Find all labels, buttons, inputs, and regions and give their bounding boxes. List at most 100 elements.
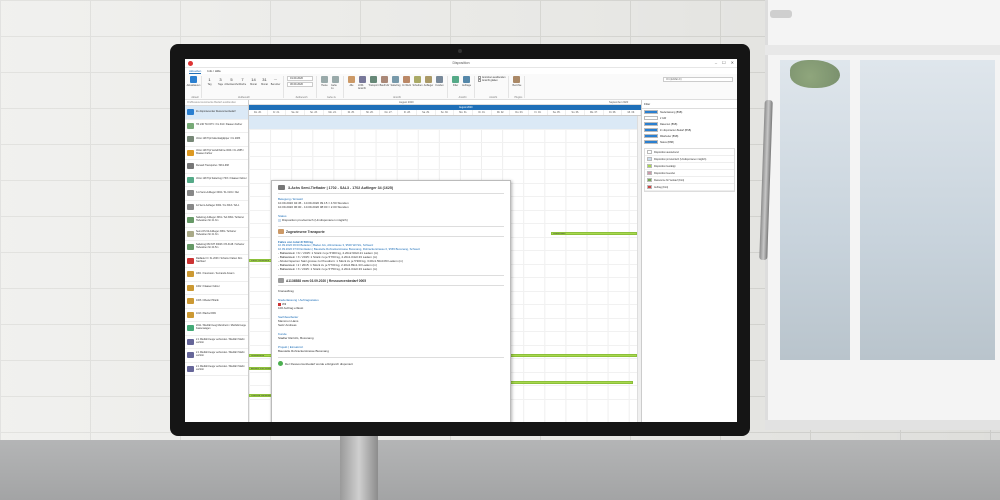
filter-label: Status (BSB) xyxy=(660,140,674,144)
ribbon-button[interactable]: Gehe zu xyxy=(331,76,340,90)
ribbon-button-label: Transport xyxy=(368,84,379,87)
resource-item[interactable]: Zu disponierender Ressourcenbedarf xyxy=(185,106,248,120)
legend-label: Ressource für Verkauf (Ktnt) xyxy=(654,178,685,182)
gantt-row[interactable] xyxy=(249,130,641,143)
filter-row[interactable]: Status (BSB) xyxy=(642,139,737,145)
legend-label: Auftrag (Ktnt) xyxy=(654,185,669,189)
resource-item[interactable]: Volvo 128 Tipt Verleihbühne 0001 / KL 20… xyxy=(185,147,248,160)
resource-name: 2.1 Mietfahrzeuge verbunden / Mietfahr M… xyxy=(196,337,245,344)
resource-item[interactable]: Radlader 0 / KL 2003 / Scharrer Kalten 3… xyxy=(185,255,248,268)
day-label: Sa. 05. xyxy=(548,110,567,115)
booking-bar[interactable]: Dispensation xyxy=(550,232,638,235)
resource-item[interactable]: 2.1 Mietfahrzeuge verbunden / Mietfahr M… xyxy=(185,363,248,376)
resource-item[interactable]: 1002 / Klaasen Fahrer xyxy=(185,282,248,295)
ribbon-button[interactable]: Aktualisieren xyxy=(187,76,200,87)
ribbon-group: Berichte Plugins xyxy=(512,76,526,99)
resource-item[interactable]: 2.1 Mietfahrzeuge verbunden / Mietfahr M… xyxy=(185,336,248,349)
minimize-button[interactable]: – xyxy=(715,60,717,65)
ribbon-button[interactable]: 14 Monat xyxy=(249,76,258,86)
transports-title: Zugewiesene Transporte xyxy=(286,229,325,234)
legend-label: Disposition bestätigt xyxy=(654,164,676,168)
ribbon-button[interactable]: Scheiben xyxy=(413,76,423,87)
resource-item[interactable]: 3-A Semi-Auflieger 0002 / KL 0101 / Niel xyxy=(185,187,248,201)
resource-item[interactable]: Semi-OS 62 Auflieger 3081 / Scharrer Heb… xyxy=(185,228,248,241)
vehicle-icon xyxy=(187,122,194,129)
ribbon-search-input[interactable]: Ort (E/Mal d/) xyxy=(663,77,733,82)
resource-item[interactable]: Sattelzug DM 33T 30026 / PA 3128 / Schar… xyxy=(185,241,248,255)
ribbon-group-label: Plugins xyxy=(514,96,523,99)
resource-item[interactable]: HK 240 T10 DTC / KL 344 / Klaasen Fahrer xyxy=(185,120,248,133)
ribbon-button[interactable]: Bau/Fuhr xyxy=(380,76,389,87)
resource-name: 4A Semi-Auflieger 3062 / KL 3013 / NA-1 xyxy=(196,204,240,208)
gantt-row[interactable] xyxy=(249,157,641,170)
maximize-button[interactable]: ☐ xyxy=(722,60,726,65)
ribbon-group: Filter Auftrage Ansicht xyxy=(451,76,475,99)
ribbon-button[interactable]: 5 Arbeitswoche xyxy=(224,76,239,86)
gantt-row[interactable] xyxy=(249,116,641,130)
day-label: Mi. 09. xyxy=(622,110,641,115)
ribbon-button[interactable]: ··· Benutzer xyxy=(270,76,281,86)
date-input[interactable]: 30.09.2020 xyxy=(287,82,313,87)
filter-label: Im disponierten Bedarf (BSB) xyxy=(660,128,692,132)
ribbon-button-icon xyxy=(370,76,377,83)
resource-item[interactable]: Sattelzug Auflieger 3061 / SA 3062 / Sch… xyxy=(185,214,248,228)
day-label: Do. 27. xyxy=(380,110,399,115)
ribbon-button[interactable]: Filter xyxy=(451,76,460,87)
calendar-icon: 31 xyxy=(262,77,267,82)
ribbon-button[interactable]: LKW-Ansicht xyxy=(358,76,367,90)
ribbon-button-icon xyxy=(332,76,339,83)
ribbon-group-label: Zeitbereich xyxy=(295,96,308,99)
date-input[interactable]: 01.09.2020 xyxy=(287,76,313,81)
ribbon-button[interactable]: Im Werk xyxy=(402,76,411,87)
menu-aktuellen[interactable]: Aktuellen xyxy=(189,69,202,74)
vehicle-icon xyxy=(187,338,194,345)
ribbon-checkbox[interactable]: Ansicht glatten xyxy=(478,79,505,82)
legend-row: Disposition provisorisch (Umdisponieren … xyxy=(645,156,734,163)
ribbon-button[interactable]: 7 Woche xyxy=(238,76,247,86)
resource-item[interactable]: Volvo 128 Tipt Faltenbalgkipper / KL 208… xyxy=(185,133,248,147)
resource-item[interactable]: Volvo 128 Tipt Sattelzug / HK3 / Klaasen… xyxy=(185,174,248,187)
ribbon-button[interactable]: 31 Monat xyxy=(260,76,269,86)
ribbon-button[interactable]: Transport xyxy=(368,76,379,87)
ribbon-button[interactable]: Alle xyxy=(347,76,356,87)
ribbon-button[interactable]: Kunden xyxy=(435,76,444,87)
resource-item[interactable]: Renault Transporter / MK1-938 xyxy=(185,160,248,174)
gantt-row[interactable] xyxy=(249,143,641,157)
camera xyxy=(458,49,462,53)
close-button[interactable]: ✕ xyxy=(731,60,734,65)
calendar-icon xyxy=(278,278,284,284)
vehicle-icon xyxy=(187,136,194,143)
ribbon-button-icon xyxy=(403,76,410,83)
resource-item[interactable]: 2.1 Mietfahrzeuge verbunden / Mietfahr M… xyxy=(185,349,248,363)
menu-info-hilfe[interactable]: Info / Hilfe xyxy=(207,69,221,73)
kunde-value: Stadler Rail AG, Bussnang xyxy=(278,336,314,341)
vehicle-icon xyxy=(187,257,194,264)
ribbon-button-label: Arbeitswoche xyxy=(224,83,239,86)
ribbon-button-label: Benutzer xyxy=(270,83,281,86)
vehicle-icon xyxy=(187,298,194,305)
ribbon-button-icon xyxy=(414,76,421,83)
filter-title: Filter xyxy=(642,100,737,109)
resource-item[interactable]: 1801 / Kiesmann / Fernando Amann xyxy=(185,268,248,282)
table-surface xyxy=(0,440,1000,500)
legend-label: Disposition beendet xyxy=(654,171,675,175)
ribbon-button[interactable]: Berichte xyxy=(512,76,521,87)
ribbon-button-icon xyxy=(425,76,432,83)
legend-row: Ressource für Verkauf (Ktnt) xyxy=(645,177,734,184)
ribbon-button-icon xyxy=(381,76,388,83)
resource-item[interactable]: 1013 / Bachel RPA xyxy=(185,309,248,322)
resource-item[interactable]: 1006 / Wieder Pillarik xyxy=(185,295,248,309)
ribbon-button[interactable]: Auftrage xyxy=(462,76,471,87)
resource-name: Sattelzug DM 33T 30026 / PA 3128 / Schar… xyxy=(196,243,245,250)
resource-item[interactable]: 4A Semi-Auflieger 3062 / KL 3013 / NA-1 xyxy=(185,201,248,214)
ribbon-button-label: Gehe zu xyxy=(331,84,337,90)
ribbon-button[interactable]: Sattelzug xyxy=(391,76,400,87)
ribbon-button[interactable]: Heute xyxy=(320,76,329,87)
ribbon-button[interactable]: Auflieger xyxy=(424,76,433,87)
vehicle-icon xyxy=(187,217,194,224)
filter-panel: Filter Niederlassung (BSB) 2 GW Rasenten (… xyxy=(641,100,737,422)
ribbon-button[interactable]: 1 Tag xyxy=(205,76,214,86)
day-label: So. 30. xyxy=(436,110,455,115)
calendar-icon: 5 xyxy=(230,77,233,82)
resource-item[interactable]: 2011 / Mietfahrzeug Mannheim / Mietfahrz… xyxy=(185,322,248,336)
